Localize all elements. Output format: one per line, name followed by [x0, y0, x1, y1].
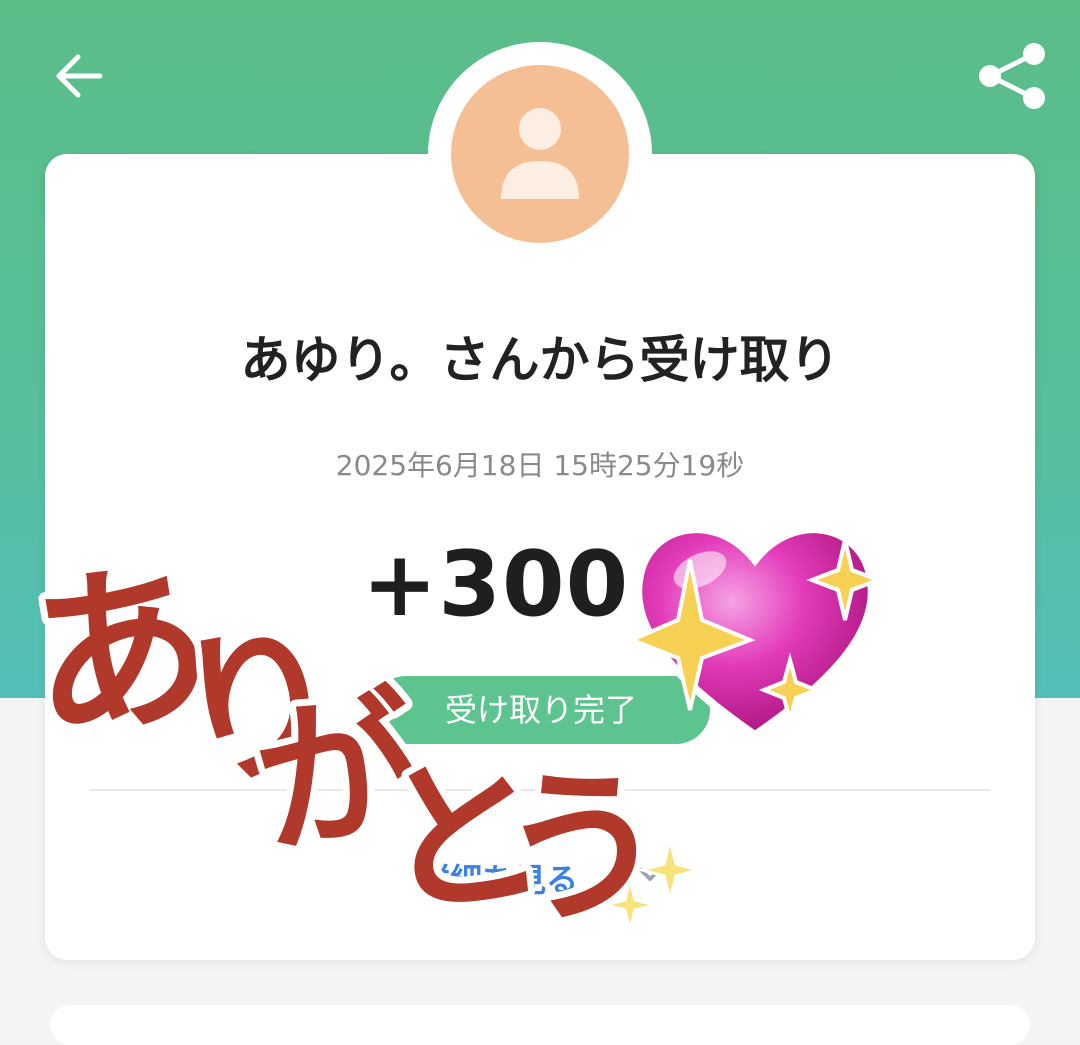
thank-you-sticker: あ り が と う — [10, 530, 679, 956]
sparkling-heart-icon — [626, 525, 884, 740]
sparkles-icon — [604, 839, 704, 931]
